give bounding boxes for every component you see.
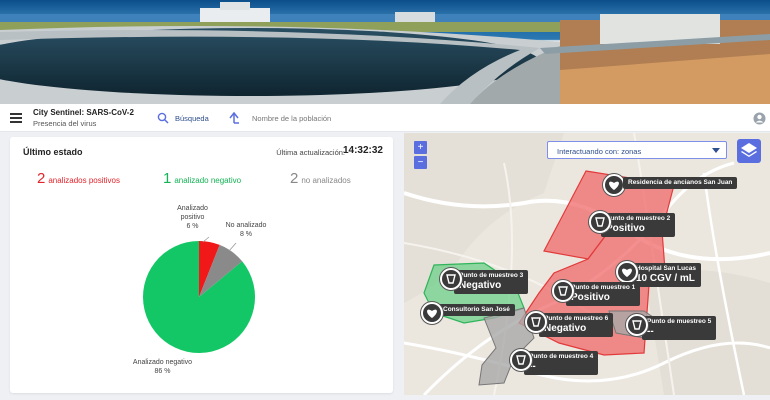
marker-punto4-label: Punto de muestreo 4 -- [524, 351, 599, 375]
marker-punto3-label: Punto de muestreo 3 Negativo [454, 270, 529, 294]
sample-point-icon [510, 349, 532, 371]
location-arrow-icon [229, 111, 239, 124]
marker-punto5-result: -- [647, 326, 654, 337]
pie-label-not-analyzed-value: 8 % [239, 231, 253, 238]
heart-icon [603, 174, 625, 196]
marker-punto3-result: Negativo [459, 280, 502, 291]
sample-point-icon [552, 280, 574, 302]
marker-punto1-result: Positivo [571, 292, 610, 303]
interaction-mode-value: Interactuando con: zonas [557, 147, 642, 156]
marker-punto4-result: -- [529, 361, 536, 372]
zoom-in-button[interactable]: + [414, 141, 427, 154]
marker-consultorio-name: Consultorio San José [443, 306, 510, 313]
heart-icon [421, 302, 443, 324]
pie-label-negative-name: Analizado negativo [132, 359, 193, 366]
sample-point-icon [626, 314, 648, 336]
search-button[interactable]: Búsqueda [175, 114, 209, 123]
marker-punto6-name: Punto de muestreo 6 [544, 315, 609, 322]
marker-punto3-name: Punto de muestreo 3 [459, 272, 524, 279]
pie-label-not-analyzed-name: No analizado [225, 222, 267, 229]
marker-punto2-label: Punto de muestreo 2 Positivo [601, 213, 676, 237]
marker-punto2-name: Punto de muestreo 2 [606, 215, 671, 222]
sample-point-icon [589, 211, 611, 233]
pie-label-positive-name: Analizado positivo [177, 205, 208, 221]
top-bar: City Sentinel: SARS-CoV-2 Presencia del … [0, 104, 770, 132]
app-title: City Sentinel: SARS-CoV-2 [33, 108, 134, 117]
marker-punto6-label: Punto de muestreo 6 Negativo [539, 313, 614, 337]
status-card: Último estado Última actualización: 14:3… [10, 137, 393, 393]
chevron-down-icon [712, 148, 720, 153]
user-account-icon[interactable] [753, 112, 766, 125]
pie-leader-not-analyzed [228, 242, 237, 252]
app-subtitle: Presencia del virus [33, 119, 97, 128]
interaction-mode-select[interactable]: Interactuando con: zonas [547, 141, 727, 159]
marker-punto1-label: Punto de muestreo 1 Positivo [566, 282, 641, 306]
pie-label-positive-value: 6 % [186, 223, 199, 230]
layers-button[interactable] [737, 139, 761, 163]
pie-label-not-analyzed: No analizado 8 % [216, 221, 276, 239]
pie-label-negative-value: 86 % [154, 368, 171, 375]
layers-icon [741, 143, 757, 157]
heart-icon [616, 261, 638, 283]
pie-chart [143, 236, 256, 353]
marker-punto2-result: Positivo [606, 223, 645, 234]
marker-punto6-result: Negativo [544, 323, 587, 334]
marker-punto5-label: Punto de muestreo 5 -- [642, 316, 717, 340]
marker-hospital-label: Hospital San Lucas 10 CGV / mL [631, 263, 701, 287]
marker-punto4-name: Punto de muestreo 4 [529, 353, 594, 360]
marker-hospital-name: Hospital San Lucas [636, 265, 696, 272]
sample-point-icon [525, 311, 547, 333]
marker-hospital-result: 10 CGV / mL [636, 273, 695, 284]
marker-consultorio-label: Consultorio San José [438, 304, 515, 316]
pie-leader-positive [202, 236, 210, 243]
marker-residencia-label: Residencia de ancianos San Juan [623, 177, 738, 189]
marker-residencia-name: Residencia de ancianos San Juan [628, 179, 733, 186]
map-panel[interactable]: + − Interactuando con: zonas Residencia … [404, 133, 770, 395]
zoom-out-button[interactable]: − [414, 156, 427, 169]
pie-label-positive: Analizado positivo 6 % [170, 204, 215, 231]
hero-banner-image [0, 0, 770, 104]
population-search-input[interactable]: Nombre de la población [252, 114, 331, 123]
marker-punto1-name: Punto de muestreo 1 [571, 284, 636, 291]
marker-punto5-name: Punto de muestreo 5 [647, 318, 712, 325]
search-icon[interactable] [157, 112, 169, 124]
sample-point-icon [440, 268, 462, 290]
pie-label-negative: Analizado negativo 86 % [120, 358, 205, 376]
hamburger-menu-icon[interactable] [10, 113, 22, 123]
